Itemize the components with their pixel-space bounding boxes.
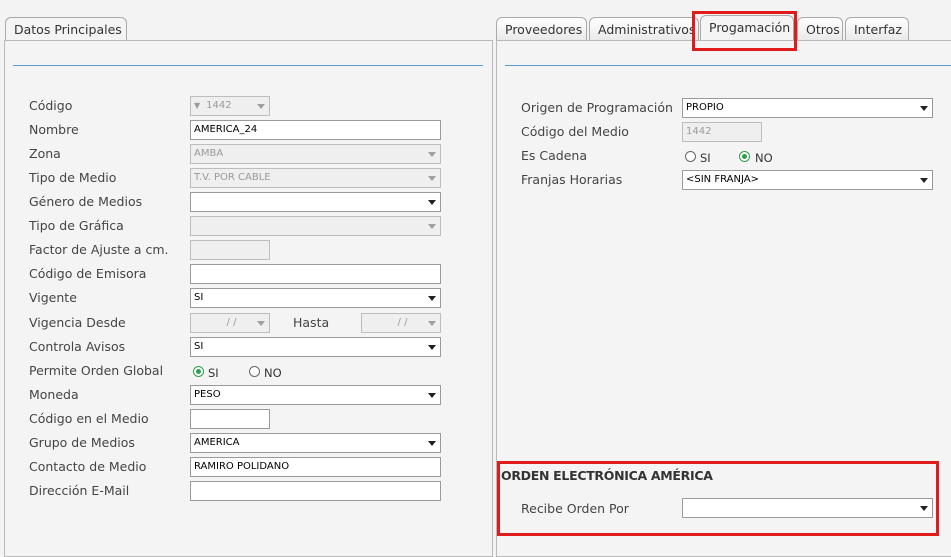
left-field-1-input-value: AMERICA_24 xyxy=(194,124,258,135)
vigencia-desde-field: / / xyxy=(190,313,270,333)
recibe-orden-por-select[interactable] xyxy=(682,498,933,518)
tab-otros[interactable]: Otros xyxy=(797,17,843,40)
left-field-7-input[interactable] xyxy=(190,264,441,284)
label-left-field-6: Factor de Ajuste a cm. xyxy=(29,242,169,257)
chevron-down-icon xyxy=(920,178,928,183)
label-left-field-14: Grupo de Medios xyxy=(29,435,135,450)
chevron-down-icon xyxy=(428,296,436,301)
vigencia-hasta-field: / / xyxy=(361,313,441,333)
chevron-down-icon xyxy=(428,200,436,205)
left-field-15-input[interactable]: RAMIRO POLIDANO xyxy=(190,457,441,477)
chevron-down-icon xyxy=(257,104,265,109)
left-field-13-input[interactable] xyxy=(190,409,270,429)
permite-orden-no-radio[interactable] xyxy=(249,366,260,377)
chevron-down-icon xyxy=(428,441,436,446)
es-cadena-si-label: SI xyxy=(700,151,711,165)
chevron-down-icon xyxy=(920,506,928,511)
franjas-horarias-select[interactable]: <SIN FRANJA> xyxy=(682,170,933,190)
left-separator xyxy=(13,65,483,66)
tab-proveedores[interactable]: Proveedores xyxy=(496,17,587,40)
highlight-tab-programacion xyxy=(692,11,797,51)
vigencia-desde-field-value: / / xyxy=(226,317,237,328)
left-field-14-input[interactable]: AMERICA xyxy=(190,433,441,453)
chevron-down-icon xyxy=(428,176,436,181)
label-es-cadena: Es Cadena xyxy=(521,148,587,163)
label-left-field-3: Tipo de Medio xyxy=(29,170,117,185)
label-left-field-2: Zona xyxy=(29,146,61,161)
label-left-field-9: Vigencia Desde xyxy=(29,315,126,330)
tab-interfaz[interactable]: Interfaz xyxy=(845,17,909,40)
left-field-2-input: AMBA xyxy=(190,144,441,164)
chevron-down-icon xyxy=(428,224,436,229)
left-field-0-input: ▼ 1442 xyxy=(190,96,270,116)
origen-programacion-value: PROPIO xyxy=(686,102,724,113)
label-left-field-4: Género de Medios xyxy=(29,194,143,209)
label-left-field-16: Dirección E-Mail xyxy=(29,483,130,498)
left-field-2-input-value: AMBA xyxy=(194,148,224,159)
chevron-down-icon xyxy=(428,321,436,326)
left-field-3-input-value: T.V. POR CABLE xyxy=(194,172,271,183)
label-left-field-11: Permite Orden Global xyxy=(29,363,164,378)
dropdown-prefix-icon: ▼ xyxy=(194,101,201,110)
label-left-field-5: Tipo de Gráfica xyxy=(29,218,124,233)
origen-programacion-select[interactable]: PROPIO xyxy=(682,98,933,118)
orden-section-title: ORDEN ELECTRÓNICA AMÉRICA xyxy=(501,468,713,483)
left-field-0-input-value: 1442 xyxy=(206,100,232,111)
left-field-16-input[interactable] xyxy=(190,481,441,501)
right-separator xyxy=(505,65,951,66)
es-cadena-no-label: NO xyxy=(755,151,773,165)
chevron-down-icon xyxy=(920,106,928,111)
left-field-14-input-value: AMERICA xyxy=(194,437,240,448)
left-field-6-input xyxy=(190,240,270,260)
label-left-field-13: Código en el Medio xyxy=(29,411,149,426)
label-recibe-orden-por: Recibe Orden Por xyxy=(521,501,629,516)
permite-orden-si-radio[interactable] xyxy=(193,366,204,377)
left-field-3-input: T.V. POR CABLE xyxy=(190,168,441,188)
left-field-5-input xyxy=(190,216,441,236)
tab-datos-principales[interactable]: Datos Principales xyxy=(5,17,127,42)
left-field-1-input[interactable]: AMERICA_24 xyxy=(190,120,441,140)
label-left-field-12: Moneda xyxy=(29,387,79,402)
chevron-down-icon xyxy=(428,393,436,398)
es-cadena-si-radio[interactable] xyxy=(685,151,696,162)
permite-orden-no-label: NO xyxy=(264,366,282,380)
label-left-field-0: Código xyxy=(29,98,73,113)
label-left-field-1: Nombre xyxy=(29,122,79,137)
permite-orden-si-label: SI xyxy=(208,366,219,380)
chevron-down-icon xyxy=(428,345,436,350)
left-field-12-input-value: PESO xyxy=(194,389,221,400)
chevron-down-icon xyxy=(428,152,436,157)
left-field-4-input[interactable] xyxy=(190,192,441,212)
left-field-8-input[interactable]: SI xyxy=(190,288,441,308)
label-left-field-10: Controla Avisos xyxy=(29,339,126,354)
left-field-12-input[interactable]: PESO xyxy=(190,385,441,405)
label-origen-programacion: Origen de Programación xyxy=(521,100,673,115)
label-left-field-8: Vigente xyxy=(29,290,77,305)
label-left-field-7: Código de Emisora xyxy=(29,266,147,281)
label-franjas-horarias: Franjas Horarias xyxy=(521,172,623,187)
label-codigo-medio: Código del Medio xyxy=(521,124,629,139)
label-left-field-15: Contacto de Medio xyxy=(29,459,147,474)
franjas-horarias-value: <SIN FRANJA> xyxy=(686,174,759,185)
vigencia-hasta-field-value: / / xyxy=(397,317,408,328)
es-cadena-no-radio[interactable] xyxy=(739,151,750,162)
left-field-10-input[interactable]: SI xyxy=(190,337,441,357)
left-field-10-input-value: SI xyxy=(194,341,204,352)
label-hasta: Hasta xyxy=(293,315,330,330)
tab-administrativos[interactable]: Administrativos xyxy=(589,17,699,40)
left-field-8-input-value: SI xyxy=(194,292,204,303)
codigo-medio-field: 1442 xyxy=(682,122,762,142)
left-field-15-input-value: RAMIRO POLIDANO xyxy=(194,461,290,472)
chevron-down-icon xyxy=(257,321,265,326)
